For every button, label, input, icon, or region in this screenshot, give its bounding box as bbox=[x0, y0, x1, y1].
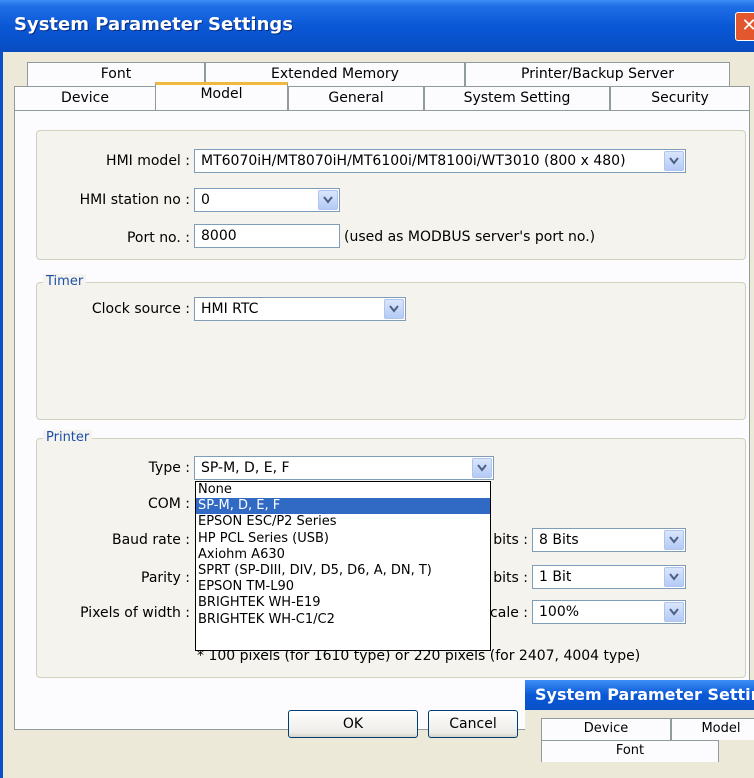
tab-security[interactable]: Security bbox=[610, 86, 750, 110]
tab-printer-backup-server[interactable]: Printer/Backup Server bbox=[465, 62, 730, 86]
dropdown-option[interactable]: BRIGHTEK WH-C1/C2 bbox=[196, 612, 490, 628]
tab-device[interactable]: Device bbox=[14, 86, 156, 110]
clock-source-value: HMI RTC bbox=[201, 301, 259, 317]
dropdown-option[interactable]: EPSON TM-L90 bbox=[196, 579, 490, 595]
chevron-down-icon bbox=[664, 151, 684, 171]
chevron-down-icon bbox=[318, 190, 338, 210]
printer-type-value: SP-M, D, E, F bbox=[201, 460, 290, 476]
hmi-model-select[interactable]: MT6070iH/MT8070iH/MT6100i/MT8100i/WT3010… bbox=[194, 149, 686, 173]
pixels-of-width-label: Pixels of width : bbox=[80, 605, 190, 621]
cancel-button[interactable]: Cancel bbox=[428, 710, 518, 738]
title-bar: System Parameter Settings ✕ bbox=[0, 0, 754, 52]
stop-bits-label: bits : bbox=[493, 570, 528, 586]
clock-source-select[interactable]: HMI RTC bbox=[194, 297, 406, 321]
port-no-note: (used as MODBUS server's port no.) bbox=[344, 229, 596, 245]
timer-legend: Timer bbox=[43, 274, 87, 289]
chevron-down-icon bbox=[664, 530, 684, 550]
hmi-station-select[interactable]: 0 bbox=[194, 188, 340, 212]
tab-system-setting[interactable]: System Setting bbox=[424, 86, 610, 110]
stop-bits-select[interactable]: 1 Bit bbox=[532, 565, 686, 589]
chevron-down-icon bbox=[664, 567, 684, 587]
window-title: System Parameter Settings bbox=[14, 14, 294, 35]
second-window[interactable]: System Parameter Settings Device Model F… bbox=[525, 680, 754, 778]
dropdown-option[interactable]: BRIGHTEK WH-E19 bbox=[196, 595, 490, 611]
printer-legend: Printer bbox=[43, 430, 93, 445]
hmi-station-value: 0 bbox=[201, 192, 210, 208]
chevron-down-icon bbox=[664, 602, 684, 622]
dropdown-option[interactable]: Axiohm A630 bbox=[196, 547, 490, 563]
ok-button[interactable]: OK bbox=[288, 710, 418, 738]
baud-rate-label: Baud rate : bbox=[112, 532, 190, 548]
stop-bits-value: 1 Bit bbox=[539, 569, 572, 585]
com-label: COM : bbox=[147, 496, 190, 512]
parity-label: Parity : bbox=[141, 570, 190, 586]
second-window-title-bar: System Parameter Settings bbox=[525, 680, 754, 710]
data-bits-select[interactable]: 8 Bits bbox=[532, 528, 686, 552]
second-window-title: System Parameter Settings bbox=[535, 685, 754, 704]
data-bits-label: bits : bbox=[493, 532, 528, 548]
dropdown-option[interactable]: SPRT (SP-DIII, DIV, D5, D6, A, DN, T) bbox=[196, 563, 490, 579]
scale-select[interactable]: 100% bbox=[532, 600, 686, 624]
tab-model[interactable]: Model bbox=[155, 82, 288, 110]
port-no-label: Port no. : bbox=[126, 230, 190, 246]
close-button[interactable]: ✕ bbox=[735, 12, 754, 41]
dropdown-option[interactable]: HP PCL Series (USB) bbox=[196, 531, 490, 547]
dropdown-option[interactable]: EPSON ESC/P2 Series bbox=[196, 514, 490, 530]
printer-type-dropdown-list[interactable]: None SP-M, D, E, F EPSON ESC/P2 Series H… bbox=[195, 481, 491, 651]
clock-source-label: Clock source : bbox=[91, 301, 190, 317]
dropdown-option-selected[interactable]: SP-M, D, E, F bbox=[196, 498, 490, 515]
printer-type-select[interactable]: SP-M, D, E, F bbox=[194, 456, 494, 480]
second-tab-model[interactable]: Model bbox=[671, 718, 754, 740]
second-tab-font[interactable]: Font bbox=[541, 740, 719, 762]
second-tab-device[interactable]: Device bbox=[541, 718, 671, 740]
data-bits-value: 8 Bits bbox=[539, 532, 579, 548]
chevron-down-icon bbox=[472, 458, 492, 478]
scale-value: 100% bbox=[539, 604, 580, 620]
hmi-station-label: HMI station no : bbox=[79, 192, 190, 208]
dropdown-option[interactable]: None bbox=[196, 482, 490, 498]
port-no-input[interactable]: 8000 bbox=[194, 224, 340, 248]
tab-general[interactable]: General bbox=[288, 86, 424, 110]
chevron-down-icon bbox=[384, 299, 404, 319]
hmi-model-label: HMI model : bbox=[106, 153, 190, 169]
printer-type-label: Type : bbox=[148, 460, 190, 476]
scale-label: cale : bbox=[490, 605, 528, 621]
hmi-model-value: MT6070iH/MT8070iH/MT6100i/MT8100i/WT3010… bbox=[201, 153, 626, 169]
